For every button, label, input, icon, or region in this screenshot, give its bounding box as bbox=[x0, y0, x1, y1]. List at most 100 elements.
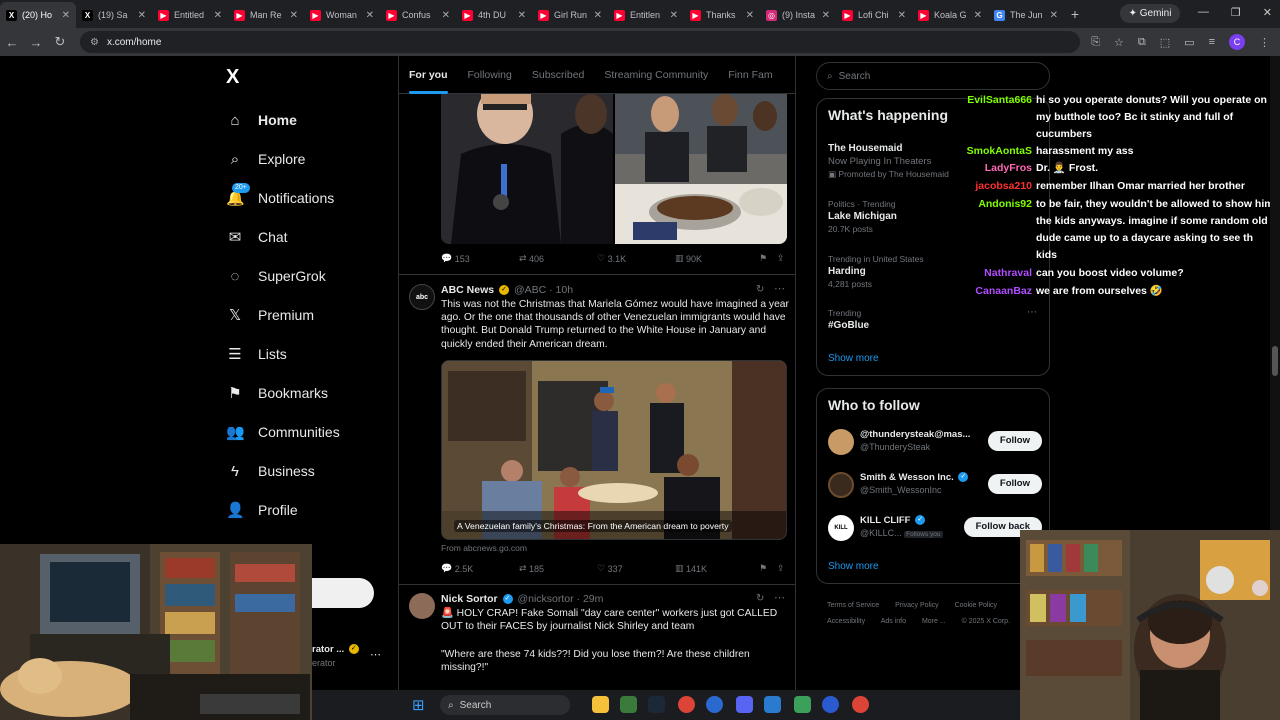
steam-icon[interactable] bbox=[648, 696, 665, 713]
app-icon[interactable] bbox=[822, 696, 839, 713]
back-icon[interactable]: ← bbox=[0, 35, 24, 50]
tab-close-icon[interactable]: ✕ bbox=[366, 10, 374, 21]
chrome-icon[interactable] bbox=[852, 696, 869, 713]
browser-tab[interactable]: G The Jun ✕ bbox=[988, 2, 1064, 28]
browser-tab[interactable]: ▶ Koala G ✕ bbox=[912, 2, 988, 28]
nav-item-home[interactable]: ⌂ Home bbox=[226, 108, 296, 132]
tab-close-icon[interactable]: ✕ bbox=[442, 10, 450, 21]
post2-link-card[interactable]: A Venezuelan family's Christmas: From th… bbox=[441, 360, 787, 540]
close-window-icon[interactable]: ✕ bbox=[1263, 6, 1272, 19]
media-icon[interactable]: ≡ bbox=[1209, 36, 1215, 48]
discord-icon[interactable] bbox=[736, 696, 753, 713]
suggestion-avatar[interactable] bbox=[828, 429, 854, 455]
views-action[interactable]: ▥ 141K bbox=[675, 563, 759, 574]
share-icon[interactable]: ⇪ bbox=[777, 253, 785, 264]
feed-tab-subscribed[interactable]: Subscribed bbox=[522, 56, 595, 94]
restore-icon[interactable]: ❐ bbox=[1231, 6, 1241, 19]
nav-item-explore[interactable]: ⌕ Explore bbox=[226, 147, 306, 171]
scroll-thumb[interactable] bbox=[1272, 346, 1278, 376]
tab-close-icon[interactable]: ✕ bbox=[670, 10, 678, 21]
feed-tab-following[interactable]: Following bbox=[458, 56, 522, 94]
trends-show-more[interactable]: Show more bbox=[828, 353, 879, 364]
reply-action[interactable]: 💬 2.5K bbox=[441, 563, 519, 574]
account-switcher[interactable]: rator ... ✓ erator ⋯ bbox=[312, 642, 396, 668]
nav-item-profile[interactable]: 👤 Profile bbox=[226, 498, 298, 522]
nav-item-bookmarks[interactable]: ⚑ Bookmarks bbox=[226, 381, 328, 405]
browser-tab[interactable]: ▶ Confus ✕ bbox=[380, 2, 456, 28]
site-info-icon[interactable]: ⚙ bbox=[90, 37, 99, 48]
feed-tab-for-you[interactable]: For you bbox=[399, 56, 458, 94]
post3-author-name[interactable]: Nick Sortor bbox=[441, 593, 498, 605]
browser-tab[interactable]: ▶ Girl Run ✕ bbox=[532, 2, 608, 28]
suggestion-avatar[interactable]: KILL bbox=[828, 515, 854, 541]
tab-close-icon[interactable]: ✕ bbox=[62, 10, 70, 21]
nav-item-notifications[interactable]: 🔔 20+ Notifications bbox=[226, 183, 334, 210]
minimize-icon[interactable]: — bbox=[1198, 6, 1209, 19]
nav-item-communities[interactable]: 👥 Communities bbox=[226, 420, 340, 444]
feed-tab-streaming-community[interactable]: Streaming Community bbox=[594, 56, 718, 94]
browser-tab[interactable]: ▶ Man Re ✕ bbox=[228, 2, 304, 28]
post2-handle[interactable]: @ABC bbox=[514, 284, 546, 296]
repost-action[interactable]: ⇄ 185 bbox=[519, 563, 597, 574]
feed-tab-finn-fam[interactable]: Finn Fam bbox=[718, 56, 782, 94]
browser-tab[interactable]: ▶ Lofi Chi ✕ bbox=[836, 2, 912, 28]
nav-item-lists[interactable]: ☰ Lists bbox=[226, 342, 287, 366]
grok-icon[interactable]: ↻ bbox=[756, 593, 764, 604]
footer-link[interactable]: Privacy Policy bbox=[895, 602, 939, 609]
card-source[interactable]: From abcnews.go.com bbox=[441, 543, 527, 553]
post-image-left[interactable] bbox=[441, 94, 613, 244]
windows-start-icon[interactable]: ⊞ bbox=[412, 696, 425, 714]
profile-avatar[interactable]: C bbox=[1229, 34, 1245, 50]
bookmark-icon[interactable]: ⚑ bbox=[759, 253, 777, 264]
tab-close-icon[interactable]: ✕ bbox=[898, 10, 906, 21]
repost-action[interactable]: ⇄ 406 bbox=[519, 253, 597, 264]
taskbar-search[interactable]: ⌕ Search bbox=[440, 695, 570, 715]
tab-close-icon[interactable]: ✕ bbox=[974, 10, 982, 21]
browser-tab[interactable]: ◎ (9) Insta ✕ bbox=[760, 2, 836, 28]
browser-tab[interactable]: X (19) Sa ✕ bbox=[76, 2, 152, 28]
menu-kebab-icon[interactable]: ⋮ bbox=[1259, 36, 1270, 49]
nav-item-business[interactable]: ϟ Business bbox=[226, 459, 315, 483]
install-icon[interactable]: ⎘ bbox=[1091, 36, 1100, 49]
more-options-icon[interactable]: ⋯ bbox=[774, 591, 785, 604]
post3-handle[interactable]: @nicksortor bbox=[517, 593, 573, 605]
forward-icon[interactable]: → bbox=[24, 35, 48, 50]
file-explorer-icon[interactable] bbox=[592, 696, 609, 713]
tab-close-icon[interactable]: ✕ bbox=[822, 10, 830, 21]
tab-close-icon[interactable]: ✕ bbox=[594, 10, 602, 21]
browser-tab[interactable]: ▶ Woman ✕ bbox=[304, 2, 380, 28]
bookmark-icon[interactable]: ⚑ bbox=[759, 563, 777, 574]
grok-icon[interactable]: ↻ bbox=[756, 284, 764, 295]
more-options-icon[interactable]: ⋯ bbox=[774, 282, 785, 295]
new-tab-button[interactable]: + bbox=[1064, 2, 1086, 28]
follow-button[interactable]: Follow bbox=[987, 474, 1042, 494]
sidepanel-icon[interactable]: ▭ bbox=[1184, 36, 1194, 49]
nav-item-chat[interactable]: ✉ Chat bbox=[226, 225, 288, 249]
follow-suggestion[interactable]: KILL KILL CLIFF ✓ @KILLC... Follows you … bbox=[828, 513, 1042, 543]
bookmark-star-icon[interactable]: ☆ bbox=[1114, 36, 1124, 49]
footer-link[interactable]: Cookie Policy bbox=[955, 602, 997, 609]
post2-time[interactable]: 10h bbox=[556, 284, 574, 296]
suggestion-avatar[interactable] bbox=[828, 472, 854, 498]
browser-tab[interactable]: X (20) Ho ✕ bbox=[0, 2, 76, 28]
share-icon[interactable]: ⇪ bbox=[777, 563, 785, 574]
tab-close-icon[interactable]: ✕ bbox=[138, 10, 146, 21]
reload-icon[interactable]: ↻ bbox=[48, 34, 72, 50]
post3-time[interactable]: 29m bbox=[583, 593, 603, 605]
footer-link[interactable]: Ads info bbox=[881, 618, 906, 625]
chrome-icon[interactable] bbox=[678, 696, 695, 713]
browser-tab[interactable]: ▶ Entitlen ✕ bbox=[608, 2, 684, 28]
app-icon[interactable] bbox=[706, 696, 723, 713]
like-action[interactable]: ♡ 337 bbox=[597, 563, 675, 574]
address-bar[interactable]: ⚙ x.com/home bbox=[80, 31, 1080, 53]
x-logo[interactable]: X bbox=[226, 66, 239, 89]
footer-link[interactable]: Terms of Service bbox=[827, 602, 879, 609]
reply-action[interactable]: 💬 153 bbox=[441, 253, 519, 264]
gemini-button[interactable]: ✦ Gemini bbox=[1120, 4, 1180, 23]
tab-close-icon[interactable]: ✕ bbox=[1050, 10, 1058, 21]
trend-more-icon[interactable]: ⋯ bbox=[1027, 307, 1037, 318]
search-input[interactable]: ⌕ Search bbox=[816, 62, 1050, 90]
post-image-right[interactable] bbox=[615, 94, 787, 244]
post2-author-name[interactable]: ABC News bbox=[441, 284, 494, 296]
browser-tab[interactable]: ▶ Entitled ✕ bbox=[152, 2, 228, 28]
